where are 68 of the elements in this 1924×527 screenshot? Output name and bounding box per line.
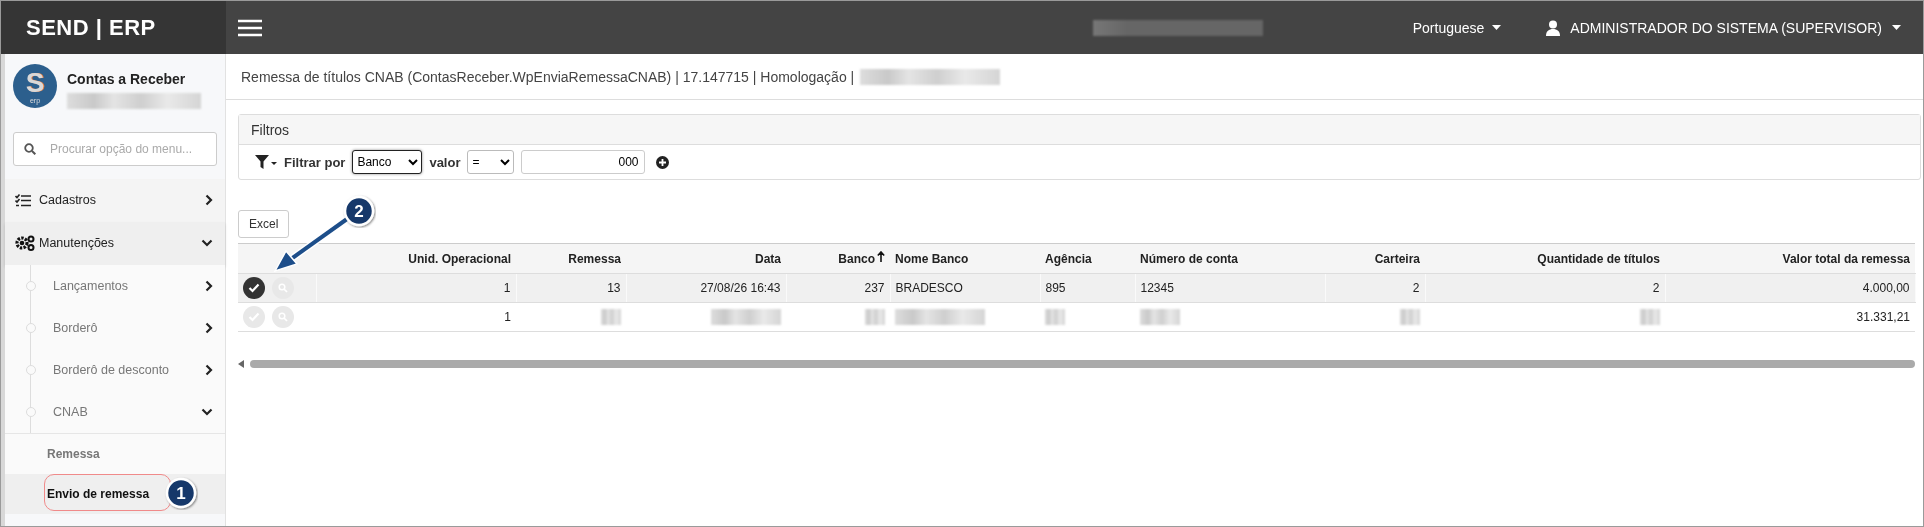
redacted-text bbox=[1045, 309, 1065, 325]
filter-icon[interactable] bbox=[255, 155, 277, 169]
table-cell: 895 bbox=[1045, 281, 1066, 295]
app-title: SEND | ERP bbox=[26, 14, 156, 41]
column-header[interactable]: Carteira bbox=[1325, 243, 1425, 274]
tree-node-icon bbox=[26, 364, 36, 375]
user-menu[interactable]: ADMINISTRADOR DO SISTEMA (SUPERVISOR) bbox=[1546, 19, 1901, 36]
menu-item[interactable]: Cadastros bbox=[5, 178, 225, 222]
redacted-text bbox=[865, 309, 885, 325]
step-badge: 2 bbox=[343, 195, 375, 227]
table-cell: 27/08/26 16:43 bbox=[700, 281, 781, 295]
tree-node-icon bbox=[26, 322, 36, 333]
submenu-item[interactable]: Borderô de desconto bbox=[5, 348, 225, 391]
field-select[interactable]: Banco bbox=[352, 150, 423, 174]
redacted-text bbox=[711, 309, 781, 325]
column-header[interactable]: Número de conta bbox=[1135, 243, 1325, 274]
scroll-left-icon[interactable] bbox=[238, 360, 244, 368]
table-cell: 31.331,21 bbox=[1856, 310, 1910, 324]
table-cell: 13 bbox=[607, 281, 621, 295]
redacted-text bbox=[1400, 309, 1420, 325]
table-cell: BRADESCO bbox=[895, 281, 963, 295]
redacted-text bbox=[601, 309, 621, 325]
column-header[interactable]: Data bbox=[626, 243, 786, 274]
menu-item[interactable]: Manutenções bbox=[5, 221, 225, 265]
table-cell: 1 bbox=[504, 310, 511, 324]
select-button[interactable] bbox=[243, 277, 265, 299]
submenu-item[interactable]: CNAB bbox=[5, 390, 225, 433]
add-icon[interactable] bbox=[656, 155, 670, 169]
column-header[interactable]: Quantidade de títulos bbox=[1425, 243, 1665, 274]
check-icon bbox=[248, 283, 260, 293]
column-header[interactable]: Agência bbox=[1040, 243, 1135, 274]
table-cell: 12345 bbox=[1140, 281, 1174, 295]
column-header[interactable]: Unid. Operacional bbox=[316, 243, 516, 274]
panel-title: Filtros bbox=[251, 121, 290, 138]
value-label: valor bbox=[429, 154, 461, 170]
redacted-text bbox=[1140, 309, 1180, 325]
column-header[interactable]: Valor total da remessa bbox=[1665, 243, 1915, 274]
caret-icon bbox=[1892, 25, 1901, 30]
value-field[interactable]: 000 bbox=[521, 150, 646, 174]
filter-label: Filtrar por bbox=[284, 154, 346, 170]
module-name: Contas a Receber bbox=[67, 71, 187, 87]
submenu-item[interactable]: Borderô bbox=[5, 306, 225, 349]
search-icon bbox=[24, 142, 36, 155]
gears-icon bbox=[15, 235, 35, 252]
column-header[interactable]: Remessa bbox=[516, 243, 626, 274]
user-icon bbox=[1546, 19, 1561, 36]
column-header[interactable]: Nome Banco bbox=[890, 243, 1040, 274]
table-row[interactable]: 1 13 27/08/26 16:43 237 BRADESCO 895 12345 2 2 4.000,00 bbox=[238, 273, 1915, 303]
language-menu[interactable]: Portuguese bbox=[1412, 19, 1502, 36]
table-cell: 237 bbox=[864, 281, 885, 295]
table-cell: 2 bbox=[1652, 281, 1660, 295]
operator-select[interactable]: = bbox=[467, 150, 515, 174]
breadcrumb: Remessa de títulos CNAB (ContasReceber.WpEnviaRemessaCNAB) | 17.147715 | Homologação | bbox=[241, 68, 855, 85]
caret-icon bbox=[1492, 25, 1502, 30]
table-cell: 1 bbox=[503, 281, 511, 295]
checklist-icon bbox=[15, 193, 31, 207]
menu-icon[interactable] bbox=[238, 18, 262, 37]
search-field[interactable]: Procurar opção do menu... bbox=[13, 131, 217, 166]
submenu-item[interactable]: Remessa bbox=[5, 433, 225, 474]
excel-button[interactable]: Excel bbox=[238, 210, 290, 238]
step-badge: 1 bbox=[165, 477, 197, 509]
column-header[interactable]: Banco bbox=[786, 243, 890, 274]
tree-node-icon bbox=[26, 406, 36, 417]
submenu-item[interactable]: Lançamentos bbox=[5, 264, 225, 307]
redacted-text bbox=[1640, 309, 1660, 325]
tree-node-icon bbox=[26, 280, 36, 291]
table-cell: 4.000,00 bbox=[1862, 281, 1910, 295]
table-cell: 2 bbox=[1412, 281, 1420, 295]
